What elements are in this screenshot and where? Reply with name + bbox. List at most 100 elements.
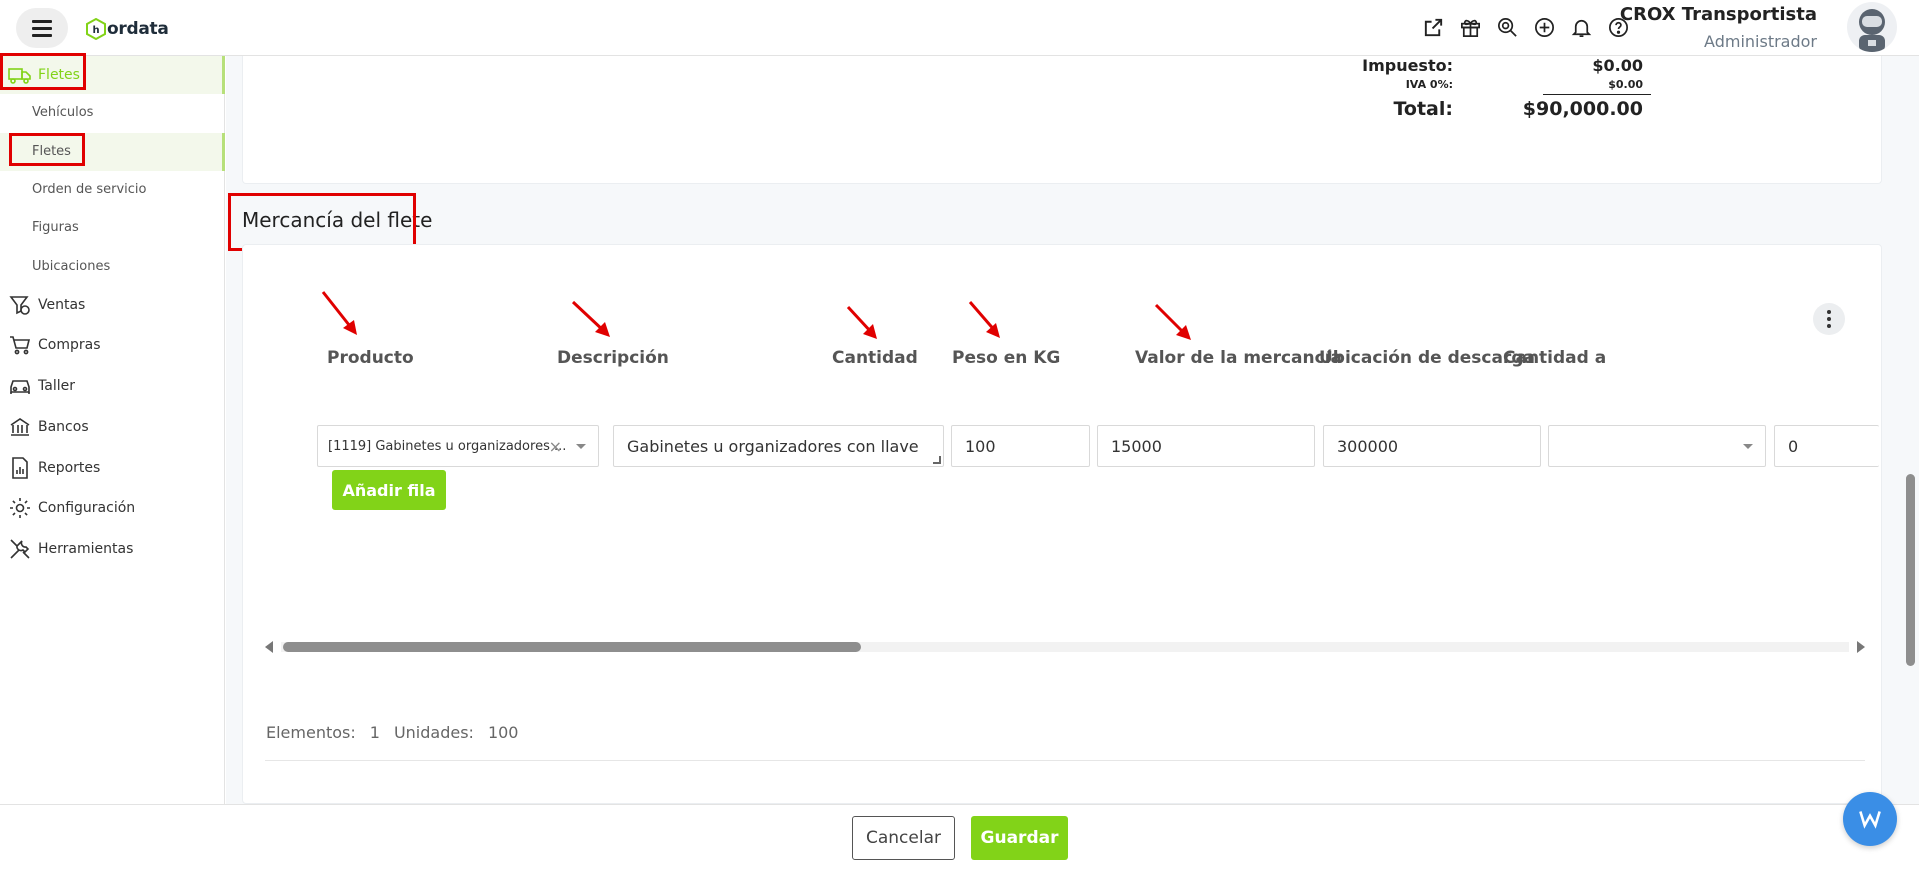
report-icon bbox=[12, 457, 28, 479]
sidebar-subitem-vehiculos[interactable]: Vehículos bbox=[32, 105, 93, 120]
total-value: $90,000.00 bbox=[1522, 98, 1643, 120]
annotation-box-section-title bbox=[228, 193, 416, 251]
sidebar-item-taller[interactable]: Taller bbox=[8, 374, 75, 398]
unidades-label: Unidades: bbox=[393, 723, 474, 742]
plus-circle-icon[interactable] bbox=[1531, 14, 1557, 40]
annotation-arrow-peso bbox=[968, 301, 1000, 338]
iva-value: $0.00 bbox=[1608, 78, 1643, 91]
iva-row: IVA 0%: $0.00 bbox=[1293, 78, 1648, 91]
sidebar-subitem-figuras[interactable]: Figuras bbox=[32, 220, 79, 235]
merchandise-summary: Elementos: 1 Unidades: 100 bbox=[266, 723, 532, 742]
quantity-a-input[interactable]: 0 bbox=[1774, 425, 1879, 467]
chat-support-button[interactable] bbox=[1843, 792, 1897, 846]
sidebar-item-label: Taller bbox=[38, 378, 75, 394]
impuesto-label: Impuesto: bbox=[1362, 56, 1453, 75]
summary-divider bbox=[265, 760, 1865, 761]
scrollbar-thumb[interactable] bbox=[283, 642, 861, 652]
sidebar-item-reportes[interactable]: Reportes bbox=[8, 456, 100, 480]
resize-handle-icon[interactable] bbox=[933, 456, 941, 464]
user-role: Administrador bbox=[1704, 32, 1817, 51]
top-bar: h ordata CROX Transportista Administrado… bbox=[0, 0, 1919, 56]
app-logo[interactable]: h ordata bbox=[86, 16, 169, 42]
sidebar: Fletes Vehículos Fletes Orden de servici… bbox=[0, 53, 225, 804]
impuesto-row: Impuesto: $0.00 bbox=[1293, 56, 1648, 75]
quantity-a-value: 0 bbox=[1788, 436, 1799, 456]
car-icon bbox=[10, 380, 30, 394]
totals-divider bbox=[1543, 94, 1651, 95]
sales-icon bbox=[9, 296, 30, 315]
hamburger-line bbox=[32, 26, 52, 30]
product-select[interactable]: [1119] Gabinetes u organizadores ... × bbox=[317, 425, 599, 467]
total-row: Total: $90,000.00 bbox=[1293, 98, 1648, 120]
kebab-dot bbox=[1827, 310, 1831, 314]
bell-icon[interactable] bbox=[1568, 14, 1594, 40]
sidebar-subitem-ubicaciones[interactable]: Ubicaciones bbox=[32, 259, 110, 274]
description-textarea[interactable]: Gabinetes u organizadores con llave bbox=[613, 425, 944, 467]
bank-icon bbox=[10, 418, 30, 436]
main-content: Impuesto: $0.00 IVA 0%: $0.00 Total: $90… bbox=[226, 56, 1919, 804]
gift-icon[interactable] bbox=[1457, 14, 1483, 40]
page-vertical-scrollbar-thumb[interactable] bbox=[1906, 474, 1915, 666]
sidebar-item-label: Compras bbox=[38, 337, 101, 353]
svg-text:h: h bbox=[92, 25, 99, 36]
cart-icon bbox=[10, 336, 31, 355]
value-value: 300000 bbox=[1337, 436, 1399, 456]
cancel-button[interactable]: Cancelar bbox=[852, 816, 955, 860]
gear-icon bbox=[10, 498, 30, 518]
sidebar-item-label: Bancos bbox=[38, 419, 89, 435]
sidebar-item-label: Ventas bbox=[38, 297, 86, 313]
form-footer: Cancelar Guardar bbox=[0, 804, 1919, 871]
clear-icon[interactable]: × bbox=[549, 437, 562, 456]
hamburger-line bbox=[32, 19, 52, 23]
sidebar-item-ventas[interactable]: Ventas bbox=[8, 293, 85, 317]
annotation-arrow-cantidad bbox=[846, 305, 877, 339]
totals-card: Impuesto: $0.00 IVA 0%: $0.00 Total: $90… bbox=[242, 56, 1882, 184]
horizontal-scrollbar[interactable] bbox=[265, 638, 1865, 654]
unload-location-select[interactable] bbox=[1548, 425, 1766, 467]
search-icon[interactable] bbox=[1494, 14, 1520, 40]
impuesto-value: $0.00 bbox=[1592, 56, 1643, 75]
annotation-box-fletes-group bbox=[0, 53, 86, 90]
column-options-button[interactable] bbox=[1813, 303, 1845, 335]
sidebar-item-compras[interactable]: Compras bbox=[8, 333, 101, 357]
chat-icon bbox=[1859, 811, 1881, 829]
annotation-box-fletes-subitem bbox=[9, 133, 85, 166]
tools-icon bbox=[10, 539, 30, 559]
weight-value: 15000 bbox=[1111, 436, 1162, 456]
elementos-value: 1 bbox=[369, 723, 380, 742]
sidebar-item-configuracion[interactable]: Configuración bbox=[8, 496, 135, 520]
sidebar-item-label: Reportes bbox=[38, 460, 101, 476]
description-value: Gabinetes u organizadores con llave bbox=[627, 436, 919, 456]
quantity-input[interactable]: 100 bbox=[951, 425, 1090, 467]
iva-label: IVA 0%: bbox=[1405, 78, 1453, 91]
save-button[interactable]: Guardar bbox=[971, 816, 1068, 860]
quantity-value: 100 bbox=[965, 436, 996, 456]
value-input[interactable]: 300000 bbox=[1323, 425, 1541, 467]
header-icon-group bbox=[1420, 14, 1631, 40]
logo-icon: h bbox=[86, 18, 106, 40]
scroll-right-arrow-icon[interactable] bbox=[1857, 641, 1865, 653]
hamburger-menu-button[interactable] bbox=[16, 8, 68, 48]
add-row-button[interactable]: Añadir fila bbox=[332, 470, 446, 510]
kebab-dot bbox=[1827, 317, 1831, 321]
sidebar-item-bancos[interactable]: Bancos bbox=[8, 415, 89, 439]
column-header-producto: Producto bbox=[327, 348, 414, 368]
hamburger-line bbox=[32, 33, 52, 37]
annotation-arrow-descripcion bbox=[571, 300, 610, 337]
sidebar-subitem-orden-de-servicio[interactable]: Orden de servicio bbox=[32, 182, 147, 197]
annotation-arrow-producto bbox=[321, 291, 357, 335]
sidebar-item-herramientas[interactable]: Herramientas bbox=[8, 537, 133, 561]
chevron-down-icon[interactable] bbox=[1743, 444, 1753, 449]
avatar[interactable] bbox=[1847, 2, 1897, 52]
unidades-value: 100 bbox=[487, 723, 519, 742]
scroll-left-arrow-icon[interactable] bbox=[265, 641, 273, 653]
sidebar-item-label: Configuración bbox=[38, 500, 136, 516]
chevron-down-icon[interactable] bbox=[576, 444, 586, 449]
user-name[interactable]: CROX Transportista bbox=[1620, 4, 1817, 25]
total-label: Total: bbox=[1393, 98, 1453, 120]
elementos-label: Elementos: bbox=[266, 723, 356, 742]
merchandise-card: Producto Descripción Cantidad Peso en KG… bbox=[242, 244, 1882, 804]
external-link-icon[interactable] bbox=[1420, 14, 1446, 40]
weight-input[interactable]: 15000 bbox=[1097, 425, 1315, 467]
product-select-value: [1119] Gabinetes u organizadores ... bbox=[328, 438, 567, 454]
